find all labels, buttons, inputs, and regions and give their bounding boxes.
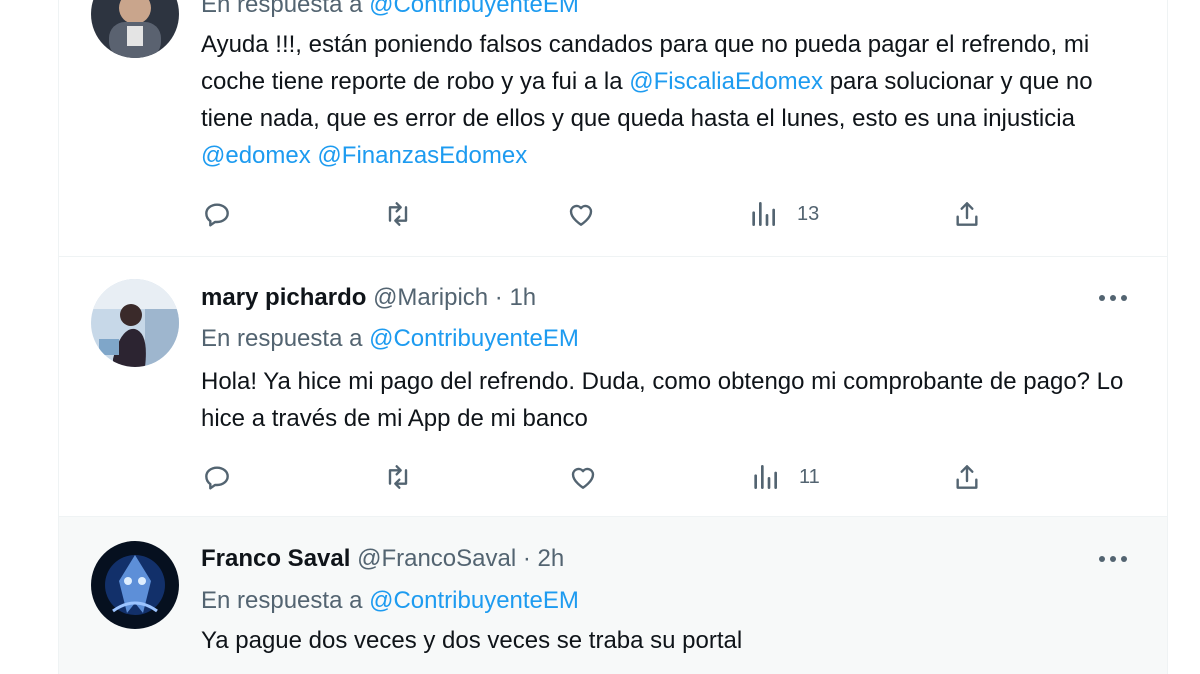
retweet-button[interactable] xyxy=(381,194,415,234)
views-button[interactable]: 13 xyxy=(747,194,819,234)
tweet-header: Franco Saval @FrancoSaval · 2h xyxy=(201,544,564,574)
reply-to-mention[interactable]: @ContribuyenteEM xyxy=(369,587,579,614)
separator-dot: · xyxy=(516,545,538,572)
user-handle[interactable]: @FrancoSaval xyxy=(357,545,516,572)
bar-chart-icon xyxy=(752,202,775,226)
more-options-button[interactable] xyxy=(1093,544,1133,574)
retweet-arrows-icon xyxy=(388,202,408,226)
tweet-text: Hola! Ya hice mi pago del refrendo. Duda… xyxy=(201,368,1124,432)
reply-prefix: En respuesta a xyxy=(201,0,363,18)
retweet-button[interactable] xyxy=(381,457,415,497)
retweet-arrows-icon xyxy=(388,465,408,489)
timestamp[interactable]: 1h xyxy=(509,284,536,311)
reply-prefix: En respuesta a xyxy=(201,325,363,352)
share-upload-icon xyxy=(956,202,978,226)
tweet-text: Ya pague dos veces y dos veces se traba … xyxy=(201,627,743,654)
display-name[interactable]: Franco Saval xyxy=(201,545,350,572)
reply-to-mention[interactable]: @ContribuyenteEM xyxy=(369,325,579,352)
separator-dot: · xyxy=(488,284,510,311)
share-button[interactable] xyxy=(951,194,983,234)
avatar[interactable] xyxy=(91,0,179,58)
three-dots-icon xyxy=(1099,295,1127,301)
reply-button[interactable] xyxy=(201,194,233,234)
reply-context: En respuesta a @ContribuyenteEM xyxy=(201,586,579,616)
tweet-actions: 13 xyxy=(201,194,1001,234)
views-count: 11 xyxy=(799,465,820,488)
reply-tweet-3[interactable]: Franco Saval @FrancoSaval · 2h En respue… xyxy=(59,517,1167,674)
mention-link[interactable]: @edomex xyxy=(201,142,311,169)
share-upload-icon xyxy=(956,465,978,489)
like-button[interactable] xyxy=(567,457,599,497)
tweet-actions: 11 xyxy=(201,457,1001,497)
timestamp[interactable]: 2h xyxy=(538,545,565,572)
more-options-button[interactable] xyxy=(1093,283,1133,313)
like-button[interactable] xyxy=(565,194,597,234)
avatar[interactable] xyxy=(91,279,179,367)
avatar[interactable] xyxy=(91,541,179,629)
mention-link[interactable]: @FinanzasEdomex xyxy=(317,142,527,169)
comment-bubble-icon xyxy=(205,466,229,490)
reply-button[interactable] xyxy=(201,457,233,497)
tweet-text: Ayuda !!!, están poniendo falsos candado… xyxy=(201,26,1116,174)
reply-tweet-1[interactable]: En respuesta a @ContribuyenteEM Ayuda !!… xyxy=(59,0,1167,257)
mention-link[interactable]: @FiscaliaEdomex xyxy=(629,68,823,95)
user-handle[interactable]: @Maripich xyxy=(373,284,488,311)
reply-feed: En respuesta a @ContribuyenteEM Ayuda !!… xyxy=(58,0,1168,674)
tweet-header: mary pichardo @Maripich · 1h xyxy=(201,283,536,313)
heart-icon xyxy=(569,204,593,226)
views-button[interactable]: 11 xyxy=(749,457,820,497)
share-button[interactable] xyxy=(951,457,983,497)
reply-to-mention[interactable]: @ContribuyenteEM xyxy=(369,0,579,18)
bar-chart-icon xyxy=(754,465,777,489)
heart-icon xyxy=(571,467,595,489)
reply-tweet-2[interactable]: mary pichardo @Maripich · 1h En respuest… xyxy=(59,257,1167,517)
reply-context: En respuesta a @ContribuyenteEM xyxy=(201,0,579,20)
three-dots-icon xyxy=(1099,556,1127,562)
comment-bubble-icon xyxy=(205,203,229,227)
display-name[interactable]: mary pichardo xyxy=(201,284,366,311)
views-count: 13 xyxy=(797,202,820,225)
reply-context: En respuesta a @ContribuyenteEM xyxy=(201,324,579,354)
reply-prefix: En respuesta a xyxy=(201,587,363,614)
